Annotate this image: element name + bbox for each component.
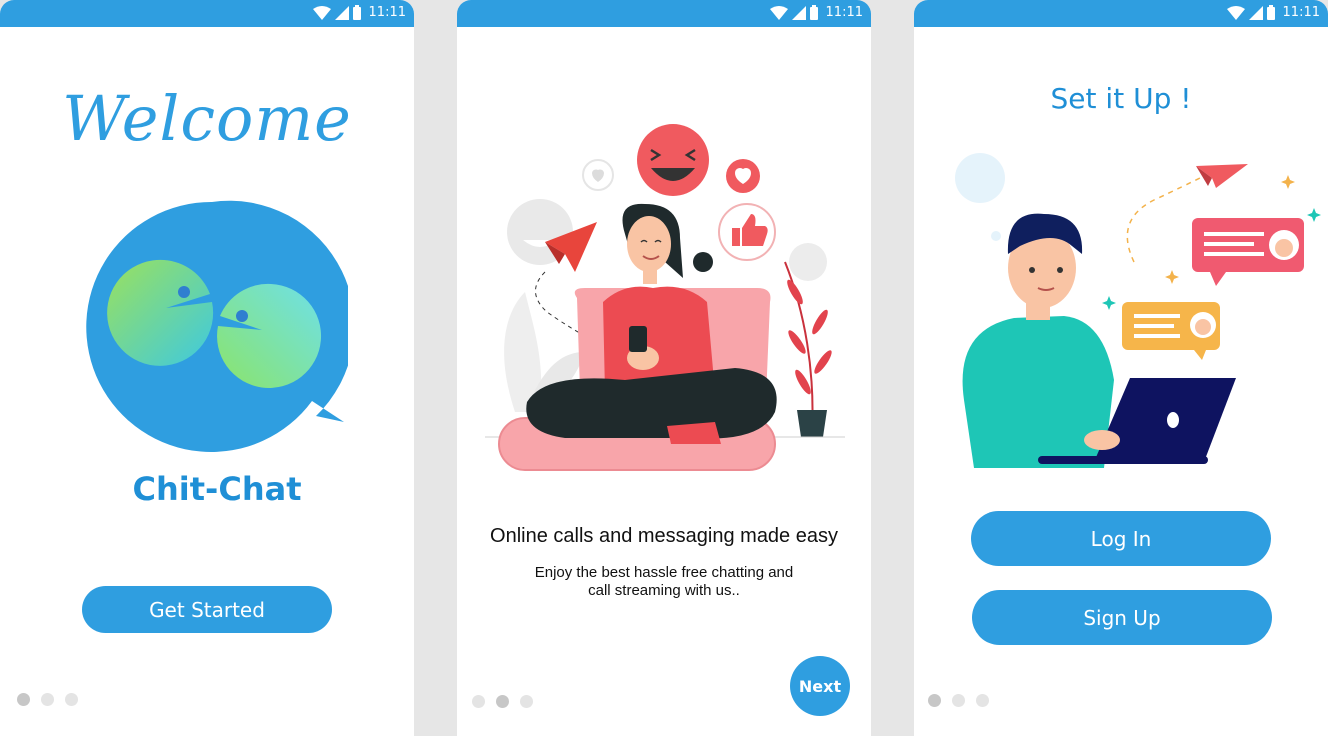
feature-headline: Online calls and messaging made easy	[490, 525, 838, 547]
wifi-icon	[769, 5, 788, 20]
page-dot-1	[928, 694, 941, 707]
status-bar: 11:11	[457, 0, 871, 27]
signal-icon	[1248, 5, 1263, 20]
page-dot-2	[41, 693, 54, 706]
wifi-icon	[1226, 5, 1245, 20]
page-dot-2	[952, 694, 965, 707]
woman-on-couch-illustration	[485, 124, 845, 471]
signal-icon	[791, 5, 806, 20]
status-time: 11:11	[1282, 5, 1320, 20]
page-indicator	[17, 693, 78, 706]
app-name: Chit-Chat	[132, 470, 302, 508]
welcome-heading: Welcome	[62, 82, 352, 155]
status-time: 11:11	[368, 5, 406, 20]
chit-chat-logo	[86, 200, 348, 452]
page-dot-3	[976, 694, 989, 707]
page-dot-2	[496, 695, 509, 708]
signal-icon	[334, 5, 349, 20]
wifi-icon	[312, 5, 331, 20]
page-indicator	[472, 695, 533, 708]
battery-icon	[1266, 5, 1275, 20]
status-bar: 11:11	[0, 0, 414, 27]
man-with-laptop-illustration	[955, 153, 1321, 468]
setup-heading: Set it Up !	[1050, 82, 1192, 115]
page-dot-3	[520, 695, 533, 708]
setup-screen: 11:11 Set it Up ! Log In Sign Up	[914, 0, 1328, 736]
features-screen: 11:11 Online calls and messaging made ea…	[457, 0, 871, 736]
next-button[interactable]: Next	[790, 656, 850, 716]
battery-icon	[352, 5, 361, 20]
status-time: 11:11	[825, 5, 863, 20]
welcome-screen: 11:11 Welcome Chit-Chat Get Started	[0, 0, 414, 736]
page-indicator	[928, 694, 989, 707]
feature-description-line-2: call streaming with us..	[588, 582, 740, 599]
feature-description-line-1: Enjoy the best hassle free chatting and	[534, 564, 794, 581]
page-dot-1	[17, 693, 30, 706]
signup-button[interactable]: Sign Up	[972, 590, 1272, 645]
page-dot-1	[472, 695, 485, 708]
get-started-button[interactable]: Get Started	[82, 586, 332, 633]
battery-icon	[809, 5, 818, 20]
status-bar: 11:11	[914, 0, 1328, 27]
login-button[interactable]: Log In	[971, 511, 1271, 566]
page-dot-3	[65, 693, 78, 706]
